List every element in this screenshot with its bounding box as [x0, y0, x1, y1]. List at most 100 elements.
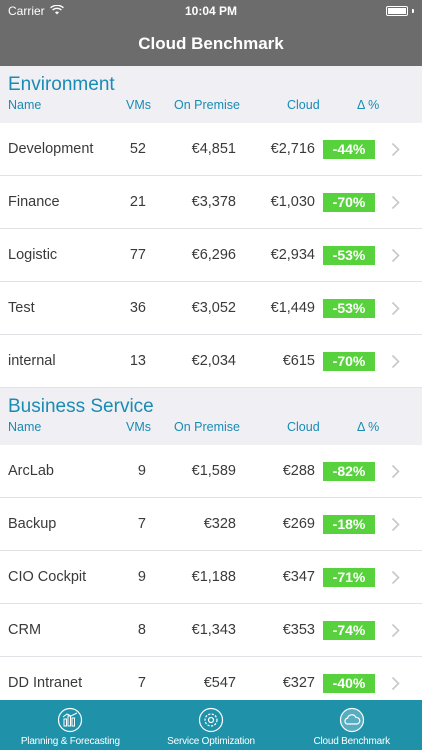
row-on-premise: €2,034	[191, 353, 236, 369]
row-name: Backup	[8, 516, 57, 532]
table-row[interactable]: Logistic 77 €6,296 €2,934 -53%	[0, 229, 422, 282]
row-name: Test	[8, 300, 35, 316]
column-header-cloud: Cloud	[287, 420, 320, 434]
row-on-premise: €4,851	[191, 141, 236, 157]
row-vms: 13	[129, 353, 146, 369]
chevron-right-icon	[391, 570, 400, 585]
chevron-right-icon	[391, 142, 400, 157]
row-on-premise: €328	[203, 516, 236, 532]
benchmark-list[interactable]: Environment Name VMs On Premise Cloud Δ …	[0, 66, 422, 700]
row-cloud: €288	[282, 463, 315, 479]
row-name: DD Intranet	[8, 675, 83, 691]
tab-label: Service Optimization	[167, 736, 255, 747]
delta-badge: -44%	[323, 140, 375, 159]
chevron-right-icon	[391, 623, 400, 638]
status-bar: Carrier 10:04 PM	[0, 0, 422, 22]
chevron-right-icon	[391, 517, 400, 532]
row-name: CRM	[8, 622, 42, 638]
chevron-right-icon	[391, 464, 400, 479]
delta-badge: -70%	[323, 193, 375, 212]
row-cloud: €1,030	[270, 194, 315, 210]
row-vms: 9	[137, 463, 146, 479]
row-cloud: €2,934	[270, 247, 315, 263]
column-header-on-premise: On Premise	[174, 98, 240, 112]
chevron-right-icon	[391, 195, 400, 210]
table-row[interactable]: CIO Cockpit 9 €1,188 €347 -71%	[0, 551, 422, 604]
chevron-right-icon	[391, 354, 400, 369]
row-name: Finance	[8, 194, 60, 210]
row-name: CIO Cockpit	[8, 569, 87, 585]
section-header-environment: Environment Name VMs On Premise Cloud Δ …	[0, 66, 422, 123]
table-row[interactable]: Development 52 €4,851 €2,716 -44%	[0, 123, 422, 176]
column-header-vms: VMs	[126, 98, 151, 112]
table-row[interactable]: Test 36 €3,052 €1,449 -53%	[0, 282, 422, 335]
page-title: Cloud Benchmark	[138, 34, 284, 53]
row-on-premise: €547	[203, 675, 236, 691]
delta-badge: -71%	[323, 568, 375, 587]
column-header-name: Name	[8, 420, 42, 434]
tab-planning-forecasting[interactable]: Planning & Forecasting	[0, 700, 141, 750]
row-cloud: €2,716	[270, 141, 315, 157]
table-row[interactable]: Backup 7 €328 €269 -18%	[0, 498, 422, 551]
table-row[interactable]: internal 13 €2,034 €615 -70%	[0, 335, 422, 388]
row-cloud: €353	[282, 622, 315, 638]
row-cloud: €1,449	[270, 300, 315, 316]
table-row[interactable]: Finance 21 €3,378 €1,030 -70%	[0, 176, 422, 229]
cloud-icon	[338, 706, 366, 734]
table-row[interactable]: CRM 8 €1,343 €353 -74%	[0, 604, 422, 657]
navigation-bar: Cloud Benchmark	[0, 22, 422, 66]
chevron-right-icon	[391, 248, 400, 263]
row-on-premise: €6,296	[191, 247, 236, 263]
row-vms: 36	[129, 300, 146, 316]
chevron-right-icon	[391, 301, 400, 316]
tab-bar: Planning & Forecasting Service Optimizat…	[0, 700, 422, 750]
column-header-delta: Δ %	[357, 420, 380, 434]
row-cloud: €347	[282, 569, 315, 585]
row-on-premise: €3,378	[191, 194, 236, 210]
row-name: ArcLab	[8, 463, 54, 479]
row-on-premise: €1,343	[191, 622, 236, 638]
column-header-delta: Δ %	[357, 98, 380, 112]
status-time: 10:04 PM	[184, 4, 238, 18]
column-header-on-premise: On Premise	[174, 420, 240, 434]
section-title: Environment	[8, 74, 115, 95]
table-row[interactable]: DD Intranet 7 €547 €327 -40%	[0, 657, 422, 700]
column-header-name: Name	[8, 98, 42, 112]
row-vms: 7	[137, 516, 146, 532]
row-vms: 52	[129, 141, 146, 157]
row-on-premise: €1,589	[191, 463, 236, 479]
row-on-premise: €1,188	[191, 569, 236, 585]
delta-badge: -53%	[323, 246, 375, 265]
row-name: Development	[8, 141, 94, 157]
row-cloud: €327	[282, 675, 315, 691]
delta-badge: -40%	[323, 674, 375, 693]
row-on-premise: €3,052	[191, 300, 236, 316]
row-cloud: €269	[282, 516, 315, 532]
delta-badge: -82%	[323, 462, 375, 481]
row-name: internal	[8, 353, 56, 369]
chart-icon	[56, 706, 84, 734]
delta-badge: -70%	[323, 352, 375, 371]
tab-label: Cloud Benchmark	[313, 736, 390, 747]
chevron-right-icon	[391, 676, 400, 691]
column-header-cloud: Cloud	[287, 98, 320, 112]
battery-icon	[386, 6, 408, 16]
delta-badge: -74%	[323, 621, 375, 640]
row-vms: 7	[137, 675, 146, 691]
delta-badge: -53%	[323, 299, 375, 318]
column-header-vms: VMs	[126, 420, 151, 434]
row-vms: 9	[137, 569, 146, 585]
row-name: Logistic	[8, 247, 58, 263]
row-vms: 21	[129, 194, 146, 210]
tab-service-optimization[interactable]: Service Optimization	[141, 700, 282, 750]
row-cloud: €615	[282, 353, 315, 369]
tab-cloud-benchmark[interactable]: Cloud Benchmark	[281, 700, 422, 750]
tab-label: Planning & Forecasting	[20, 736, 120, 747]
row-vms: 77	[129, 247, 146, 263]
table-row[interactable]: ArcLab 9 €1,589 €288 -82%	[0, 445, 422, 498]
gear-icon	[197, 706, 225, 734]
row-vms: 8	[137, 622, 146, 638]
section-title: Business Service	[8, 396, 154, 417]
delta-badge: -18%	[323, 515, 375, 534]
section-header-business-service: Business Service Name VMs On Premise Clo…	[0, 388, 422, 445]
